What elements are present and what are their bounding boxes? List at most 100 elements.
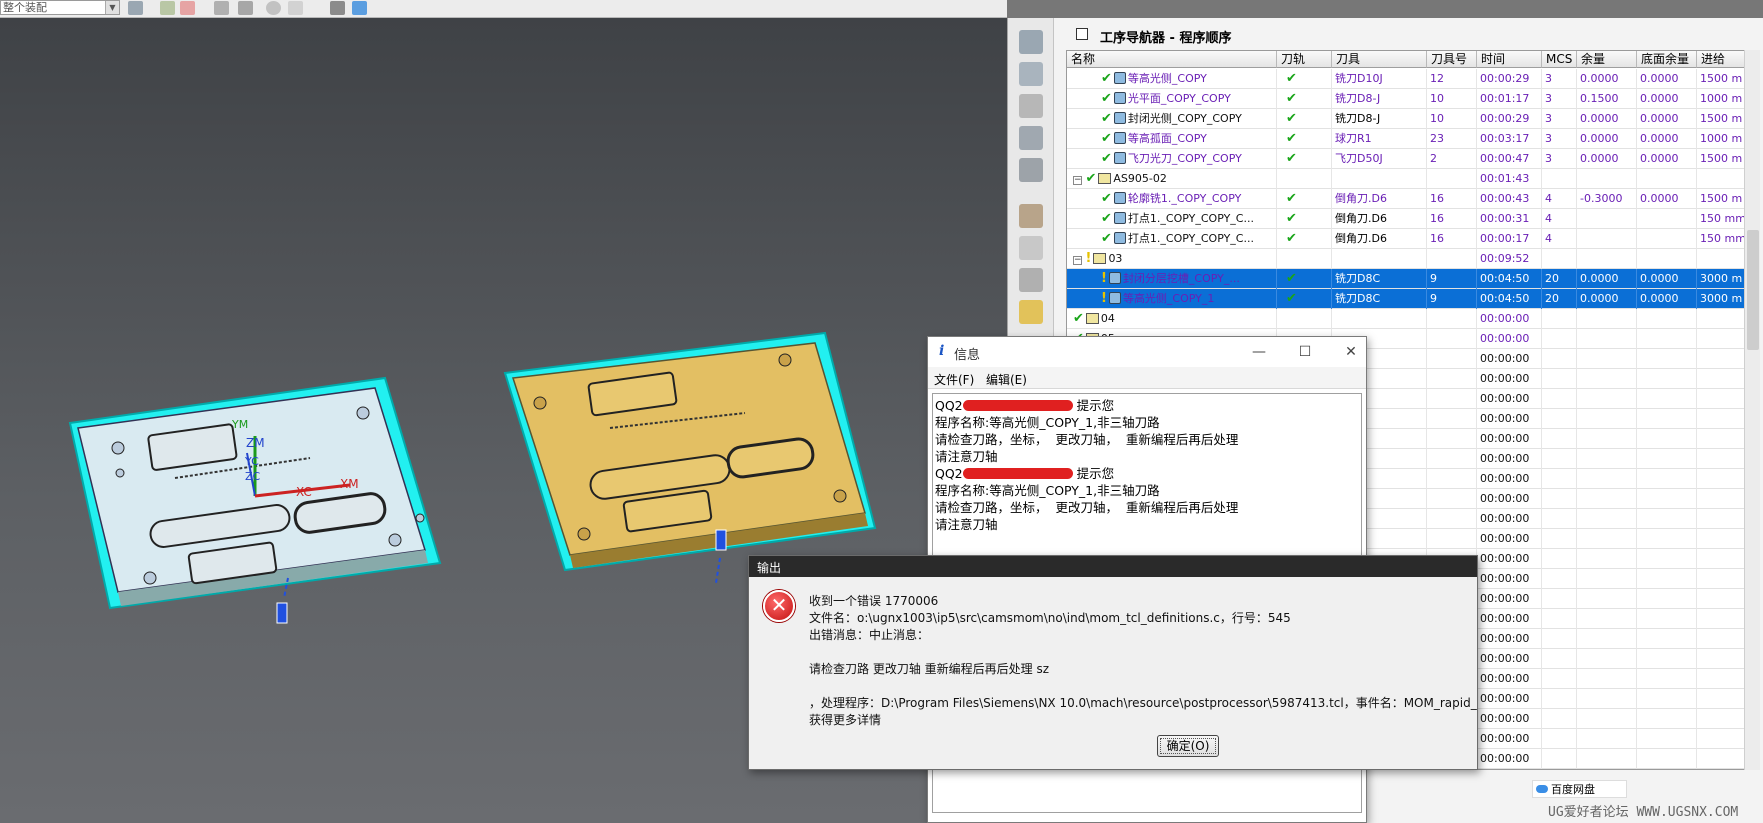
grid-scrollbar[interactable] — [1744, 50, 1760, 770]
row-toolpath-cell: ✔ — [1277, 149, 1332, 169]
program-group-row[interactable]: ✔ 04 00:00:00 — [1067, 309, 1745, 329]
error-icon: ✕ — [763, 590, 795, 622]
row-tool-number-cell: 23 — [1427, 129, 1477, 149]
empty-cell — [1637, 609, 1697, 629]
operation-row[interactable]: ✔ 打点1._COPY_COPY_C... ✔ 倒角刀.D6 16 00:00:31 4 15… — [1067, 209, 1745, 229]
program-group-row[interactable]: − ✔ AS905-02 00:01:43 — [1067, 169, 1745, 189]
hd3d-icon[interactable] — [1019, 158, 1043, 182]
column-header[interactable]: 名称 — [1067, 51, 1277, 68]
select-icon[interactable] — [180, 1, 195, 15]
column-header[interactable]: 时间 — [1477, 51, 1542, 68]
column-header[interactable]: 余量 — [1577, 51, 1637, 68]
maximize-button[interactable]: ☐ — [1292, 341, 1318, 363]
row-floor-stock-cell: 0.0000 — [1637, 69, 1697, 89]
row-tool-cell: 倒角刀.D6 — [1332, 229, 1427, 249]
operation-row[interactable]: ✔ 飞刀光刀_COPY_COPY ✔ 飞刀D50J 2 00:00:47 3 0.0000 0.… — [1067, 149, 1745, 169]
empty-cell — [1697, 689, 1745, 709]
regenerate-warning-icon: ! — [1101, 271, 1107, 286]
row-toolpath-cell: ✔ — [1277, 89, 1332, 109]
program-group-row[interactable]: − ! 03 00:09:52 — [1067, 249, 1745, 269]
menu-file[interactable]: 文件(F) — [934, 371, 974, 388]
row-tool-number-cell: 12 — [1427, 69, 1477, 89]
column-header[interactable]: 刀具号 — [1427, 51, 1477, 68]
column-header[interactable]: 进给 — [1697, 51, 1745, 68]
empty-cell: 00:00:00 — [1477, 409, 1542, 429]
row-floor-stock-cell — [1637, 249, 1697, 269]
process-studio-icon[interactable] — [1019, 300, 1043, 324]
row-name-cell: − ✔ AS905-02 — [1067, 169, 1277, 189]
shade-icon[interactable] — [330, 1, 345, 15]
row-stock-cell — [1577, 249, 1637, 269]
circle-icon[interactable] — [266, 1, 281, 15]
column-header[interactable]: MCS — [1542, 51, 1577, 68]
part-navigator-icon[interactable] — [1019, 94, 1043, 118]
close-button[interactable]: ✕ — [1338, 341, 1364, 363]
selection-filter-dropdown[interactable]: 整个装配 ▼ — [0, 0, 120, 15]
row-stock-cell: 0.0000 — [1577, 289, 1637, 309]
menu-edit[interactable]: 编辑(E) — [986, 371, 1027, 388]
column-header[interactable]: 刀轨 — [1277, 51, 1332, 68]
snap-icon[interactable] — [128, 1, 143, 15]
view-cube-icon[interactable] — [352, 1, 367, 15]
empty-cell — [1542, 649, 1577, 669]
point-icon[interactable] — [160, 1, 175, 15]
empty-cell — [1577, 529, 1637, 549]
empty-cell — [1697, 549, 1745, 569]
constraint-navigator-icon[interactable] — [1019, 62, 1043, 86]
output-dialog: 输出 ✕ 收到一个错误 1770006 文件名：o:\ugnx1003\ip5\… — [748, 555, 1478, 770]
operation-row[interactable]: ✔ 等高孤面_COPY ✔ 球刀R1 23 00:03:17 3 0.0000 0.0000 10… — [1067, 129, 1745, 149]
system-materials-icon[interactable] — [1019, 268, 1043, 292]
assembly-navigator-icon[interactable] — [1019, 30, 1043, 54]
row-time-cell: 00:00:31 — [1477, 209, 1542, 229]
row-stock-cell: 0.0000 — [1577, 129, 1637, 149]
row-feed-cell: 150 mm — [1697, 209, 1745, 229]
web-browser-icon[interactable] — [1019, 204, 1043, 228]
row-feed-cell: 1500 m — [1697, 69, 1745, 89]
minimize-button[interactable]: — — [1246, 341, 1272, 363]
scrollbar-thumb[interactable] — [1747, 230, 1759, 350]
row-tool-number-cell — [1427, 249, 1477, 269]
chevron-down-icon[interactable]: ▼ — [105, 1, 119, 14]
navigator-pin-checkbox[interactable] — [1076, 28, 1088, 40]
empty-cell — [1697, 729, 1745, 749]
collapse-icon[interactable]: − — [1073, 256, 1082, 265]
operation-row[interactable]: ✔ 打点1._COPY_COPY_C... ✔ 倒角刀.D6 16 00:00:17 4 15… — [1067, 229, 1745, 249]
empty-cell — [1637, 349, 1697, 369]
column-header[interactable]: 底面余量 — [1637, 51, 1697, 68]
row-name: 等高孤面_COPY — [1127, 132, 1207, 145]
operation-row[interactable]: ✔ 轮廓铣1._COPY_COPY ✔ 倒角刀.D6 16 00:00:43 4 -0.300… — [1067, 189, 1745, 209]
ok-button[interactable]: 确定(O) — [1157, 735, 1219, 757]
reuse-library-icon[interactable] — [1019, 126, 1043, 150]
box-select-icon[interactable] — [288, 1, 303, 15]
empty-cell: 00:00:00 — [1477, 729, 1542, 749]
move-icon[interactable] — [214, 1, 229, 15]
empty-cell — [1577, 509, 1637, 529]
rotate-icon[interactable] — [238, 1, 253, 15]
operation-row[interactable]: ! 封闭分层挖槽_COPY_... ✔ 铣刀D8C 9 00:04:50 20 0.0000 0… — [1067, 269, 1745, 289]
row-stock-cell: -0.3000 — [1577, 189, 1637, 209]
empty-cell — [1637, 409, 1697, 429]
row-tool-number-cell: 2 — [1427, 149, 1477, 169]
row-tool-cell: 铣刀D8-J — [1332, 109, 1427, 129]
empty-cell — [1542, 409, 1577, 429]
operation-row[interactable]: ✔ 封闭光侧_COPY_COPY ✔ 铣刀D8-J 10 00:00:29 3 0.0000 0… — [1067, 109, 1745, 129]
history-icon[interactable] — [1019, 236, 1043, 260]
empty-cell: 00:00:00 — [1477, 589, 1542, 609]
row-mcs-cell: 3 — [1542, 69, 1577, 89]
empty-cell — [1637, 469, 1697, 489]
complete-check-icon: ✔ — [1101, 111, 1112, 126]
row-floor-stock-cell: 0.0000 — [1637, 269, 1697, 289]
empty-cell — [1697, 609, 1745, 629]
operation-row[interactable]: ! 等高光侧_COPY_1 ✔ 铣刀D8C 9 00:04:50 20 0.0000 0.000… — [1067, 289, 1745, 309]
column-header[interactable]: 刀具 — [1332, 51, 1427, 68]
empty-cell — [1697, 529, 1745, 549]
operation-row[interactable]: ✔ 等高光侧_COPY ✔ 铣刀D10J 12 00:00:29 3 0.0000 0.0000… — [1067, 69, 1745, 89]
operation-row[interactable]: ✔ 光平面_COPY_COPY ✔ 铣刀D8-J 10 00:01:17 3 0.1500 0.… — [1067, 89, 1745, 109]
baidu-netdisk-tag[interactable]: 百度网盘 — [1532, 780, 1627, 798]
collapse-icon[interactable]: − — [1073, 176, 1082, 185]
toolpath-ok-icon: ✔ — [1286, 211, 1297, 226]
row-feed-cell: 3000 m — [1697, 289, 1745, 309]
row-mcs-cell: 4 — [1542, 209, 1577, 229]
empty-cell — [1542, 669, 1577, 689]
empty-cell — [1697, 389, 1745, 409]
